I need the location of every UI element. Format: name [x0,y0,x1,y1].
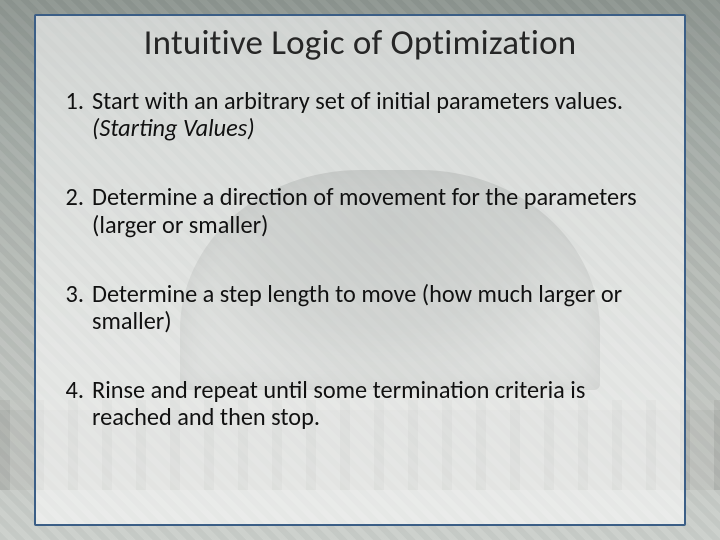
list-item-text: Determine a direction of movement for th… [92,182,637,239]
slide-content-frame: Intuitive Logic of Optimization Start wi… [34,14,686,526]
list-item: Determine a step length to move (how muc… [88,281,666,335]
list-item-text: Start with an arbitrary set of initial p… [92,86,623,116]
list-item: Start with an arbitrary set of initial p… [88,88,666,142]
slide-title: Intuitive Logic of Optimization [54,22,666,64]
list-item: Determine a direction of movement for th… [88,184,666,238]
slide-bullet-list: Start with an arbitrary set of initial p… [54,88,666,432]
list-item-text: Rinse and repeat until some termination … [92,375,585,432]
list-item: Rinse and repeat until some termination … [88,377,666,431]
list-item-text: Determine a step length to move (how muc… [92,279,622,336]
list-item-subnote: (Starting Values) [92,115,666,142]
